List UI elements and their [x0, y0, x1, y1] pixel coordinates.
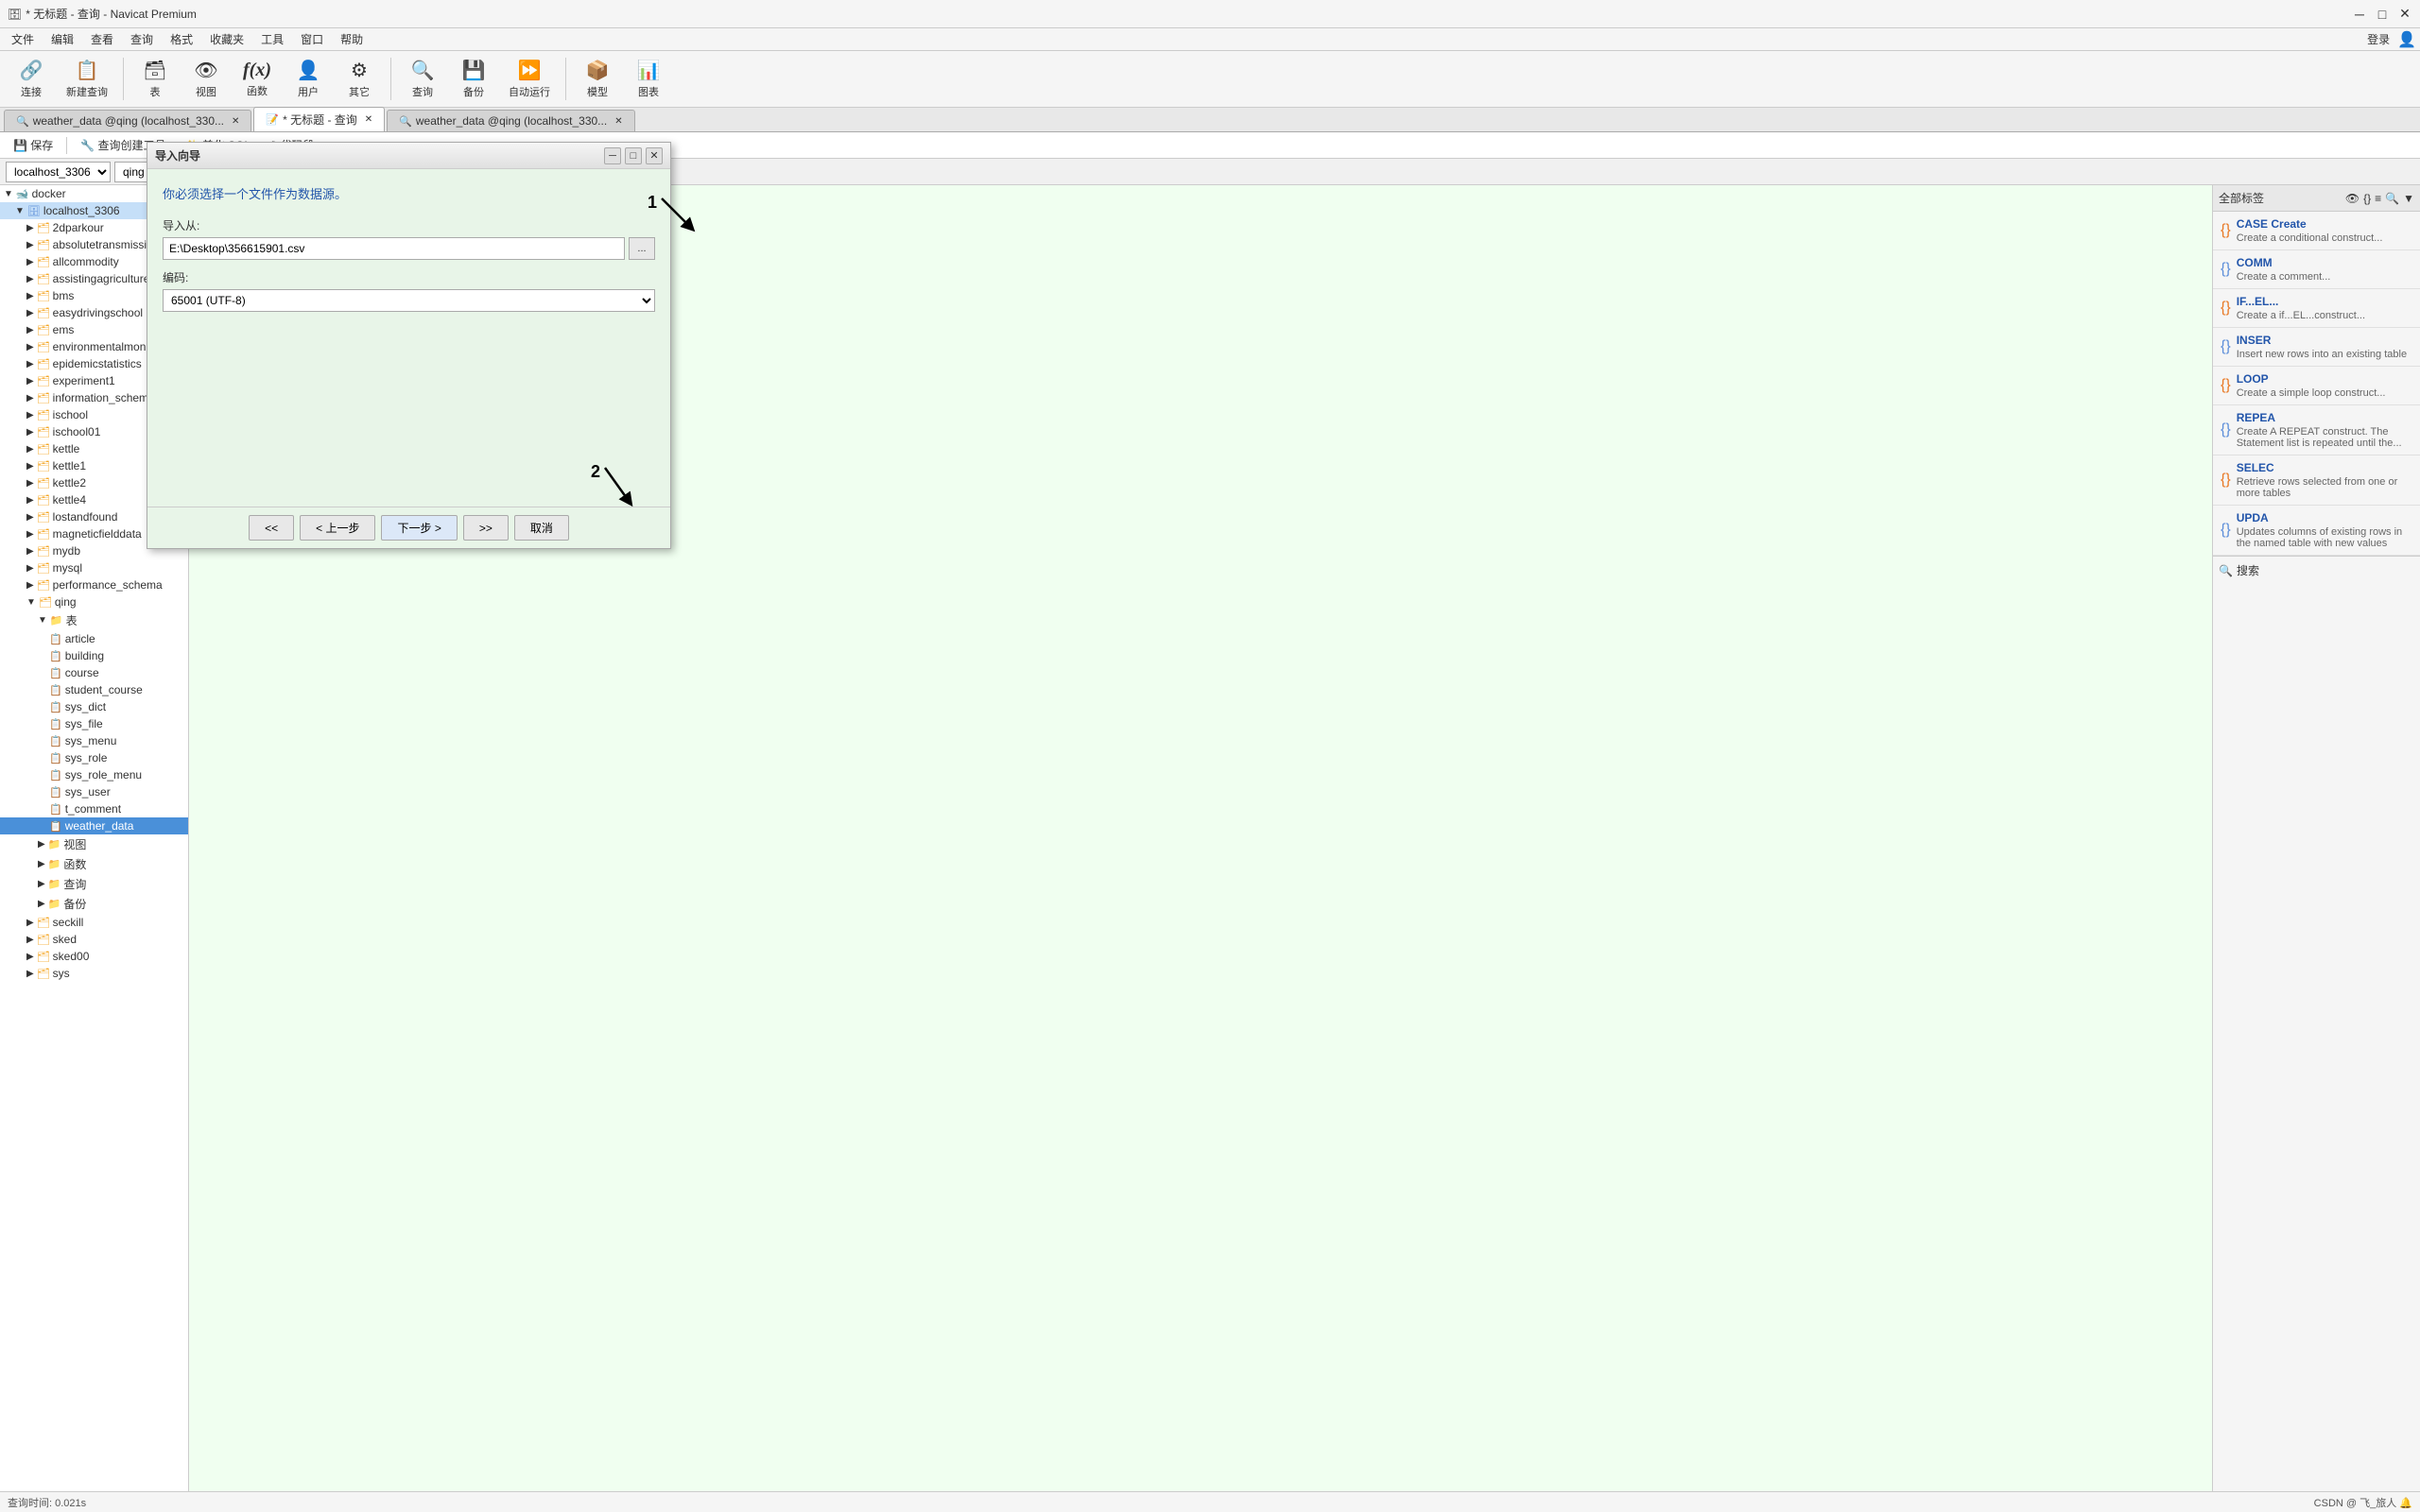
prev-step-button[interactable]: < 上一步: [300, 515, 375, 541]
dialog-content: 你必须选择一个文件作为数据源。 导入从: ... 编码: 65001 (UTF-…: [147, 169, 670, 507]
status-bar: 查询时间: 0.021s CSDN @ 飞_旅人 🔔: [0, 1491, 2420, 1512]
dialog-spacer: [163, 321, 655, 491]
cancel-button[interactable]: 取消: [514, 515, 569, 541]
annotation-arrow-2: 2: [586, 458, 643, 520]
first-step-button[interactable]: <<: [249, 515, 294, 541]
encoding-row: 编码: 65001 (UTF-8) 936 (GBK) UTF-16 ASCII: [163, 269, 655, 312]
dialog-prompt: 你必须选择一个文件作为数据源。: [163, 184, 655, 202]
svg-text:2: 2: [591, 462, 600, 481]
import-from-row: 导入从: ...: [163, 217, 655, 260]
dialog-overlay: 导入向导 ─ □ ✕ 你必须选择一个文件作为数据源。 导入从: ... 编码: …: [0, 0, 2420, 1446]
dialog-maximize-button[interactable]: □: [625, 147, 642, 164]
last-step-button[interactable]: >>: [463, 515, 509, 541]
dialog-titlebar: 导入向导 ─ □ ✕: [147, 143, 670, 169]
annotation-arrow-1: 1: [643, 189, 700, 250]
user-info: CSDN @ 飞_旅人 🔔: [2314, 1495, 2412, 1510]
encoding-label: 编码:: [163, 269, 655, 285]
dialog-title: 导入向导: [155, 147, 200, 163]
svg-text:1: 1: [648, 193, 657, 212]
next-step-button[interactable]: 下一步 >: [381, 515, 457, 541]
encoding-select[interactable]: 65001 (UTF-8) 936 (GBK) UTF-16 ASCII: [163, 289, 655, 312]
dialog-minimize-button[interactable]: ─: [604, 147, 621, 164]
import-from-label: 导入从:: [163, 217, 655, 233]
dialog-close-button[interactable]: ✕: [646, 147, 663, 164]
import-from-input-row: ...: [163, 237, 655, 260]
dialog-title-buttons: ─ □ ✕: [604, 147, 663, 164]
import-from-input[interactable]: [163, 237, 625, 260]
query-time: 查询时间: 0.021s: [8, 1495, 86, 1510]
